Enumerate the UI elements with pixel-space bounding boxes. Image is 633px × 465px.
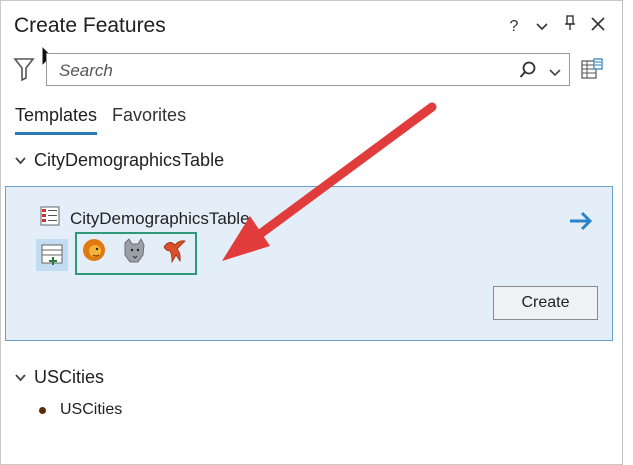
tool-palette [36, 239, 68, 271]
lion-icon[interactable] [81, 237, 107, 270]
template-card-citydemographicstable[interactable]: CityDemographicsTable Create [5, 186, 613, 341]
tab-favorites[interactable]: Favorites [112, 105, 186, 135]
create-button[interactable]: Create [493, 286, 598, 320]
new-row-tool-icon[interactable] [36, 239, 68, 271]
search-options-chevron-icon[interactable] [549, 64, 561, 82]
help-icon[interactable]: ? [506, 16, 522, 38]
template-name-row: CityDemographicsTable [40, 206, 250, 231]
close-icon[interactable] [590, 16, 606, 38]
search-box[interactable] [46, 53, 570, 86]
tab-templates[interactable]: Templates [15, 105, 98, 135]
filter-icon[interactable] [13, 57, 35, 86]
group-label: USCities [34, 367, 105, 387]
expand-chevron-icon[interactable] [15, 371, 26, 385]
table-icon [40, 206, 60, 231]
template-name: USCities [60, 401, 123, 418]
window-controls: ? [506, 15, 606, 38]
template-name: CityDemographicsTable [70, 208, 250, 228]
point-symbol-icon [39, 406, 46, 414]
group-header-uscities[interactable]: USCities [15, 367, 104, 388]
tab-bar: Templates Favorites [15, 105, 186, 135]
template-item-uscities[interactable]: USCities [39, 401, 122, 419]
wolf-icon[interactable] [121, 237, 147, 270]
group-label: CityDemographicsTable [34, 150, 225, 170]
search-icon[interactable] [519, 61, 537, 84]
menu-chevron-icon[interactable] [534, 16, 550, 38]
pin-icon[interactable] [562, 15, 578, 38]
table-options-icon[interactable] [581, 58, 603, 85]
create-features-pane: Create Features ? Search Templates Favor… [0, 0, 623, 465]
bird-icon[interactable] [161, 237, 187, 270]
group-header-citydemographicstable[interactable]: CityDemographicsTable [15, 150, 224, 171]
template-properties-arrow-icon[interactable] [568, 211, 594, 236]
expand-chevron-icon[interactable] [15, 154, 26, 168]
search-input[interactable] [57, 58, 501, 84]
feature-tool-group [81, 237, 187, 270]
pane-title: Create Features [14, 14, 166, 37]
